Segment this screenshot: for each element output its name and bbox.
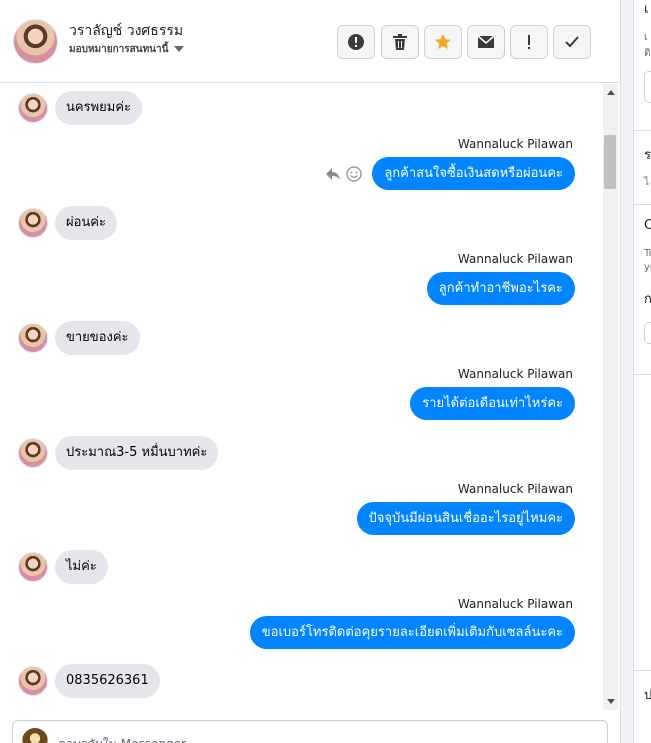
done-button[interactable] xyxy=(553,25,591,59)
message-bubble-outgoing[interactable]: ลูกค้าทำอาชีพอะไรคะ xyxy=(426,272,575,305)
assign-conversation-dropdown[interactable]: มอบหมายการสนทนานี้ xyxy=(69,42,185,57)
side-panel-heading: ก xyxy=(644,288,651,309)
reply-input-placeholder[interactable]: ตอบกลับใน Messenger xyxy=(58,735,186,743)
scroll-down-arrow-icon[interactable] xyxy=(607,699,615,704)
side-panel-text: ติ xyxy=(644,48,651,59)
exclamation-circle-icon xyxy=(348,34,364,50)
contact-avatar-small[interactable] xyxy=(18,438,48,468)
message-row-outgoing: ปัจจุบันมีผ่อนสินเชื่ออะไรอยู่ไหมคะ xyxy=(356,502,575,535)
message-sender-name: Wannaluck Pilawan xyxy=(457,252,573,266)
report-button[interactable] xyxy=(337,25,375,59)
message-row-incoming: ไม่ค่ะ xyxy=(18,550,108,584)
message-bubble-outgoing[interactable]: รายได้ต่อเดือนเท่าไหร่คะ xyxy=(410,387,575,420)
message-bubble-incoming[interactable]: 0835626361 xyxy=(55,664,160,698)
message-bubble-incoming[interactable]: ผ่อนค่ะ xyxy=(55,206,117,240)
message-row-outgoing: ลูกค้าทำอาชีพอะไรคะ xyxy=(426,272,575,305)
contact-avatar-small[interactable] xyxy=(18,208,48,238)
message-row-incoming: ขายของค่ะ xyxy=(18,321,140,355)
conversation-header: วราลัญช์ วงศธรรม มอบหมายการสนทนานี้ xyxy=(0,0,620,83)
reply-composer[interactable]: ตอบกลับใน Messenger xyxy=(12,720,608,743)
message-row-incoming: ประมาณ3-5 หมื่นบาทค่ะ xyxy=(18,436,219,470)
message-row-incoming: นครพยมค่ะ xyxy=(18,91,142,125)
page-avatar xyxy=(22,728,48,743)
message-row-incoming: 0835626361 xyxy=(18,664,160,698)
divider xyxy=(634,130,651,131)
trash-icon xyxy=(393,34,407,50)
divider xyxy=(634,204,651,205)
spam-button[interactable] xyxy=(510,25,548,59)
contact-avatar[interactable] xyxy=(13,19,58,64)
message-actions xyxy=(325,165,362,182)
emoji-reaction-icon[interactable] xyxy=(346,165,362,182)
message-sender-name: Wannaluck Pilawan xyxy=(457,367,573,381)
side-panel-heading: เ xyxy=(644,2,649,17)
mail-button[interactable] xyxy=(467,25,505,59)
star-icon xyxy=(435,34,451,49)
scroll-up-arrow-icon[interactable] xyxy=(607,90,615,95)
message-sender-name: Wannaluck Pilawan xyxy=(457,137,573,151)
message-row-incoming: ผ่อนค่ะ xyxy=(18,206,117,240)
details-side-panel: เ เ ติ ร ไ C Tr yc ก ป xyxy=(633,0,651,743)
side-panel-heading: ป xyxy=(644,684,651,705)
message-list[interactable]: นครพยมค่ะ Wannaluck Pilawan ลูกค้าสนใจซื… xyxy=(0,84,602,712)
contact-avatar-small[interactable] xyxy=(18,666,48,696)
side-panel-heading: C xyxy=(644,218,651,233)
exclamation-icon xyxy=(528,35,530,49)
delete-button[interactable] xyxy=(381,25,419,59)
divider xyxy=(634,670,651,671)
message-bubble-outgoing[interactable]: ลูกค้าสนใจซื้อเงินสดหรือผ่อนคะ xyxy=(372,157,575,190)
message-bubble-incoming[interactable]: นครพยมค่ะ xyxy=(55,91,142,125)
side-panel-text: เ xyxy=(644,32,648,43)
assign-conversation-label: มอบหมายการสนทนานี้ xyxy=(69,44,169,55)
message-row-outgoing: รายได้ต่อเดือนเท่าไหร่คะ xyxy=(410,387,575,420)
reply-icon[interactable] xyxy=(325,167,341,181)
message-bubble-incoming[interactable]: ขายของค่ะ xyxy=(55,321,140,355)
divider xyxy=(634,374,651,375)
contact-avatar-small[interactable] xyxy=(18,93,48,123)
side-panel-heading: ร xyxy=(644,148,651,163)
message-bubble-incoming[interactable]: ประมาณ3-5 หมื่นบาทค่ะ xyxy=(55,436,219,470)
message-scrollbar[interactable] xyxy=(603,84,618,710)
message-bubble-incoming[interactable]: ไม่ค่ะ xyxy=(55,550,108,584)
contact-name[interactable]: วราลัญช์ วงศธรรม xyxy=(69,20,183,42)
caret-down-icon xyxy=(174,46,185,52)
chat-panel: วราลัญช์ วงศธรรม มอบหมายการสนทนานี้ นครพ… xyxy=(0,0,621,743)
side-panel-text: yc xyxy=(644,262,651,273)
message-bubble-outgoing[interactable]: ขอเบอร์โทรติดต่อคุยรายละเอียดเพิ่มเติมกั… xyxy=(249,616,575,649)
side-panel-text: ไ xyxy=(644,177,650,188)
message-bubble-outgoing[interactable]: ปัจจุบันมีผ่อนสินเชื่ออะไรอยู่ไหมคะ xyxy=(356,502,575,535)
message-sender-name: Wannaluck Pilawan xyxy=(457,597,573,611)
star-button[interactable] xyxy=(424,25,462,59)
side-panel-text: Tr xyxy=(644,248,651,259)
side-panel-input[interactable] xyxy=(644,71,651,103)
side-panel-select[interactable] xyxy=(644,322,651,344)
scrollbar-thumb[interactable] xyxy=(604,135,616,189)
message-sender-name: Wannaluck Pilawan xyxy=(457,482,573,496)
message-row-outgoing: ลูกค้าสนใจซื้อเงินสดหรือผ่อนคะ xyxy=(325,157,575,190)
contact-avatar-small[interactable] xyxy=(18,552,48,582)
checkmark-icon xyxy=(565,36,579,48)
contact-avatar-small[interactable] xyxy=(18,323,48,353)
envelope-icon xyxy=(477,35,495,48)
message-row-outgoing: ขอเบอร์โทรติดต่อคุยรายละเอียดเพิ่มเติมกั… xyxy=(249,616,575,649)
